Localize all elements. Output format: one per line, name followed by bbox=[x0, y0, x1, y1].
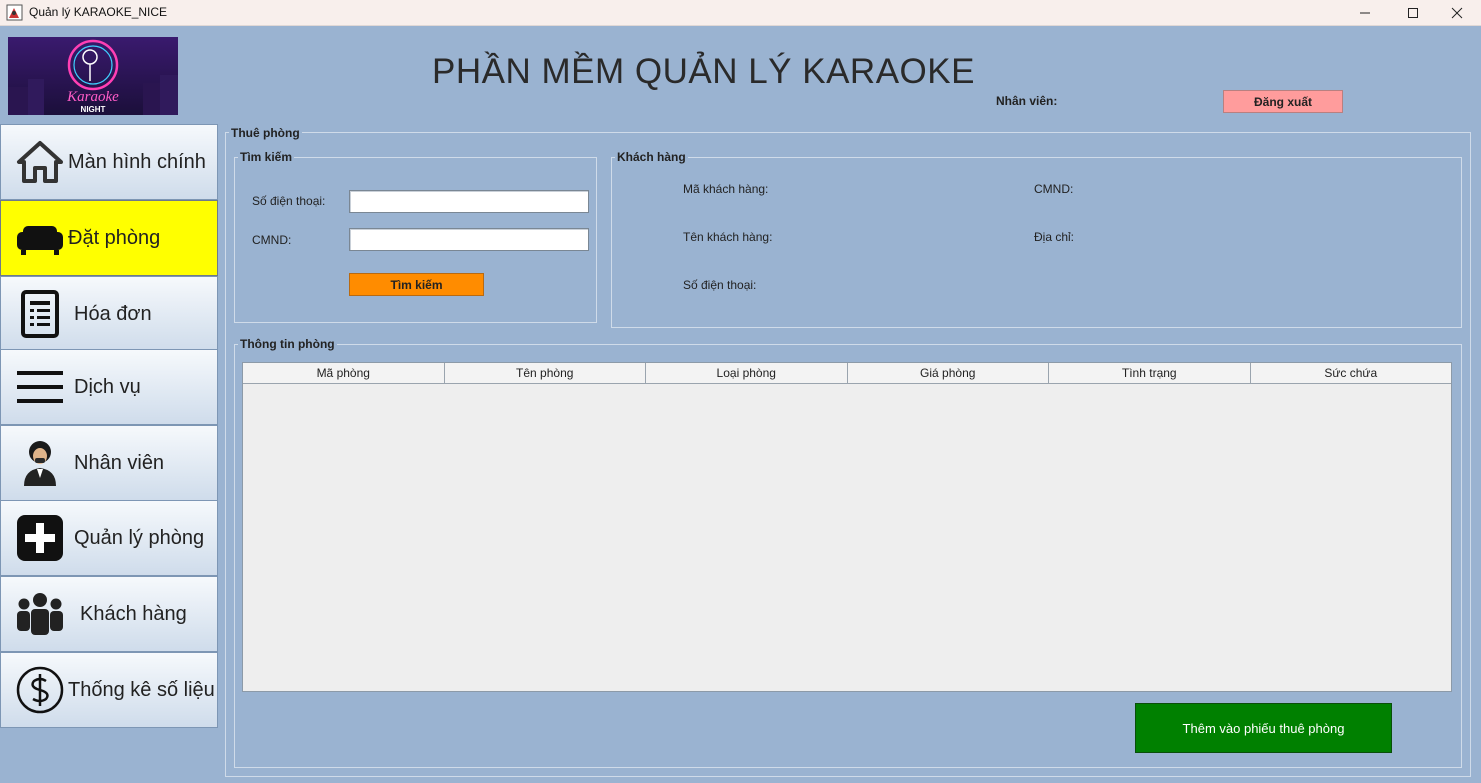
sidebar-item-label: Thống kê số liệu bbox=[68, 678, 215, 701]
staff-label: Nhân viên: bbox=[996, 94, 1058, 108]
minimize-icon[interactable] bbox=[1341, 0, 1389, 26]
room-info-title: Thông tin phòng bbox=[238, 337, 337, 351]
sidebar-item-label: Quản lý phòng bbox=[74, 526, 205, 549]
sidebar-item-services[interactable]: Dịch vụ bbox=[0, 349, 218, 425]
customer-title: Khách hàng bbox=[615, 150, 688, 164]
group-icon bbox=[13, 587, 67, 641]
sidebar-item-label: Đặt phòng bbox=[68, 226, 161, 249]
sidebar-item-label: Dịch vụ bbox=[74, 375, 141, 398]
sidebar-item-employees[interactable]: Nhân viên bbox=[0, 425, 218, 501]
sidebar-item-label: Nhân viên bbox=[74, 451, 165, 474]
customer-name-label: Tên khách hàng: bbox=[683, 230, 773, 244]
id-card-label: CMND: bbox=[252, 233, 292, 247]
window-title: Quản lý KARAOKE_NICE bbox=[29, 5, 168, 19]
id-card-input[interactable] bbox=[349, 228, 589, 251]
phone-label: Số điện thoại: bbox=[252, 194, 326, 208]
sidebar-item-label: Khách hàng bbox=[80, 602, 187, 625]
phone-input[interactable] bbox=[349, 190, 589, 213]
app-heading: PHẦN MỀM QUẢN LÝ KARAOKE bbox=[432, 52, 975, 91]
sidebar-item-customers[interactable]: Khách hàng bbox=[0, 576, 218, 652]
maximize-icon[interactable] bbox=[1389, 0, 1437, 26]
rent-room-title: Thuê phòng bbox=[229, 126, 302, 140]
employee-icon bbox=[13, 436, 67, 490]
menu-icon bbox=[13, 360, 67, 414]
column-header-room-type[interactable]: Loại phòng bbox=[646, 363, 848, 383]
column-header-room-name[interactable]: Tên phòng bbox=[445, 363, 646, 383]
sidebar-item-label: Màn hình chính bbox=[68, 150, 206, 173]
column-header-capacity[interactable]: Sức chứa bbox=[1251, 363, 1452, 383]
logout-button[interactable]: Đăng xuất bbox=[1223, 90, 1343, 113]
customer-id-label: CMND: bbox=[1034, 182, 1074, 196]
column-header-room-code[interactable]: Mã phòng bbox=[243, 363, 445, 383]
column-header-room-price[interactable]: Giá phòng bbox=[848, 363, 1049, 383]
search-title: Tìm kiếm bbox=[238, 150, 295, 164]
sidebar-item-statistics[interactable]: Thống kê số liệu bbox=[0, 652, 218, 728]
sidebar-item-label: Hóa đơn bbox=[74, 302, 152, 325]
svg-text:NIGHT: NIGHT bbox=[81, 105, 106, 114]
table-header: Mã phòng Tên phòng Loại phòng Giá phòng … bbox=[243, 363, 1451, 384]
karaoke-logo: Karaoke NIGHT bbox=[8, 37, 178, 115]
search-button[interactable]: Tìm kiếm bbox=[349, 273, 484, 296]
plus-icon bbox=[13, 511, 67, 565]
add-to-rental-button[interactable]: Thêm vào phiếu thuê phòng bbox=[1135, 703, 1392, 753]
sidebar-item-booking[interactable]: Đặt phòng bbox=[0, 200, 218, 276]
sidebar-item-invoice[interactable]: Hóa đơn bbox=[0, 276, 218, 352]
svg-text:Karaoke: Karaoke bbox=[66, 89, 119, 105]
rooms-table[interactable]: Mã phòng Tên phòng Loại phòng Giá phòng … bbox=[242, 362, 1452, 692]
close-icon[interactable] bbox=[1433, 0, 1481, 26]
home-icon bbox=[13, 135, 67, 189]
dollar-icon bbox=[13, 663, 67, 717]
sidebar-item-rooms[interactable]: Quản lý phòng bbox=[0, 500, 218, 576]
column-header-status[interactable]: Tình trạng bbox=[1049, 363, 1251, 383]
invoice-icon bbox=[13, 287, 67, 341]
customer-code-label: Mã khách hàng: bbox=[683, 182, 769, 196]
customer-phone-label: Số điện thoại: bbox=[683, 278, 757, 292]
window-titlebar: Quản lý KARAOKE_NICE bbox=[0, 0, 1481, 26]
app-icon bbox=[6, 4, 23, 21]
sofa-icon bbox=[13, 211, 67, 265]
customer-address-label: Địa chỉ: bbox=[1034, 230, 1075, 244]
sidebar-item-home[interactable]: Màn hình chính bbox=[0, 124, 218, 200]
